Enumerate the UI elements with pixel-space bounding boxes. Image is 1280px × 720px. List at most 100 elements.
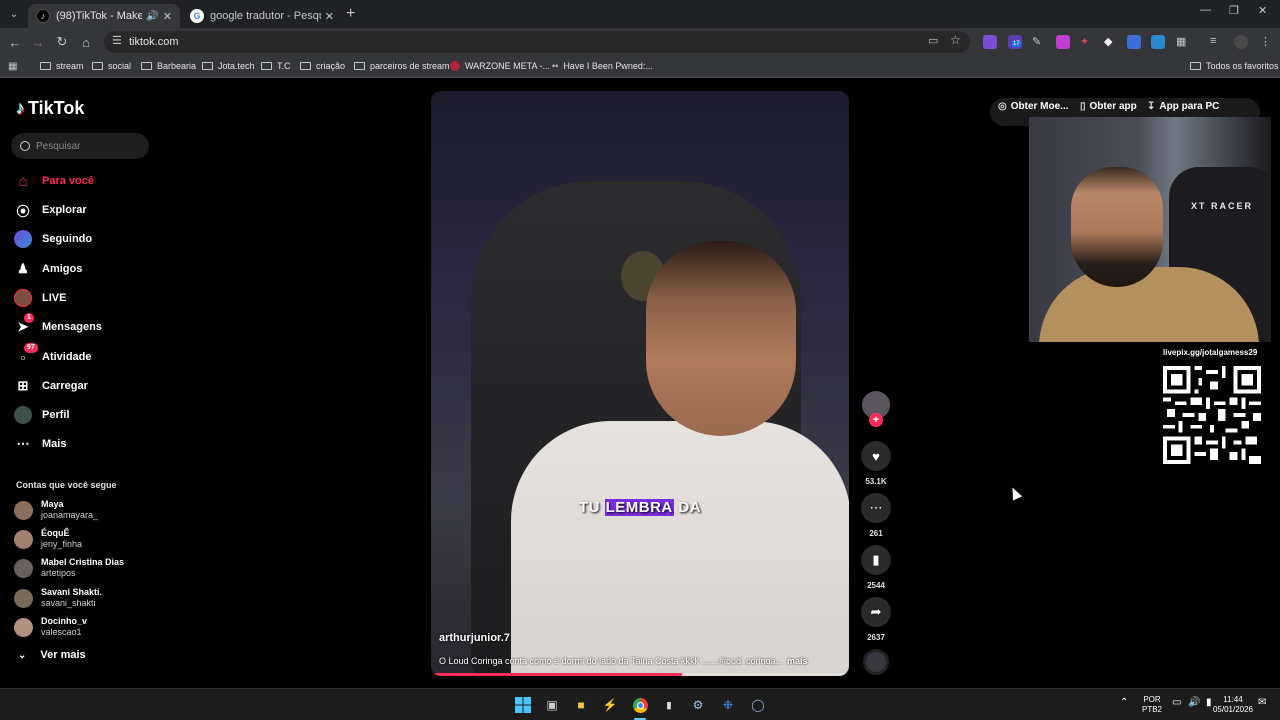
share-icon[interactable]: ➦ (861, 597, 891, 627)
address-bar[interactable]: ☰ tiktok.com ▭ ☆ (104, 31, 970, 53)
restore-icon[interactable]: ❐ (1229, 4, 1239, 17)
site-info-icon[interactable]: ☰ (112, 34, 122, 47)
following-account[interactable]: Savani Shakti. savani_shakti (14, 587, 102, 609)
video-author[interactable]: arthurjunior.7 (439, 632, 510, 644)
clock-date: 05/01/2026 (1212, 705, 1254, 714)
tab-search-icon[interactable]: ⌄ (4, 4, 24, 24)
logo-text: TikTok (28, 98, 85, 118)
extension-icon[interactable]: 17 (1008, 35, 1022, 49)
bookmark-folder[interactable]: criação (300, 61, 345, 71)
puzzle-icon[interactable]: ▦ (1176, 35, 1190, 49)
search-taskbar-icon[interactable]: ◯ (749, 696, 767, 714)
network-icon[interactable]: ▭ (1172, 698, 1181, 708)
task-view-icon[interactable]: ▣ (543, 696, 561, 714)
translate-extension-icon[interactable] (1127, 35, 1141, 49)
back-icon[interactable]: ← (6, 33, 24, 51)
steam-icon[interactable]: ⚙ (689, 696, 707, 714)
tab-tiktok[interactable]: ♪ (98)TikTok - Make Your Day 🔊 ✕ (28, 4, 180, 28)
following-account[interactable]: Docinho_v valescao1 (14, 616, 87, 638)
battlenet-icon[interactable]: ❉ (719, 696, 737, 714)
new-tab-plus-icon[interactable]: + (346, 5, 355, 23)
clock[interactable]: 11:44 05/01/2026 (1208, 695, 1258, 715)
tab-google[interactable]: G google tradutor - Pesquisa Google ✕ (182, 4, 342, 28)
search-input[interactable]: Pesquisar (11, 133, 149, 159)
epic-games-icon[interactable]: ▮ (660, 696, 678, 714)
app-icon[interactable]: ⚡ (601, 696, 619, 714)
bookmark-folder[interactable]: parceiros de stream (354, 61, 450, 71)
bookmark-star-icon[interactable]: ☆ (950, 33, 961, 47)
home-icon[interactable]: ⌂ (77, 33, 95, 51)
notification-bell-icon[interactable]: ✉ (1258, 698, 1266, 708)
nav-carregar[interactable]: ⊞ Carregar (14, 376, 88, 396)
apps-grid-icon[interactable]: ▦ (8, 61, 17, 72)
forward-icon[interactable]: → (29, 33, 47, 51)
bookmark-folder[interactable]: Jota.tech (202, 61, 255, 71)
nav-amigos[interactable]: ♟ Amigos (14, 259, 82, 279)
nav-live[interactable]: LIVE (14, 288, 66, 308)
bookmark-folder[interactable]: stream (40, 61, 84, 71)
diamond-extension-icon[interactable]: ◆ (1104, 35, 1118, 49)
all-bookmarks[interactable]: Todos os favoritos (1190, 61, 1279, 71)
nav-atividade[interactable]: ▫ 97 Atividade (14, 343, 92, 367)
minimize-icon[interactable]: — (1200, 4, 1211, 16)
nav-label: Para você (42, 175, 94, 187)
bookmark-folder[interactable]: Barbearia (141, 61, 196, 71)
webcam-overlay: XT RACER (1029, 117, 1271, 342)
eyedropper-icon[interactable]: ✎ (1032, 35, 1046, 49)
nav-mais[interactable]: ⋯ Mais (14, 434, 67, 454)
account-name: ÉoquÊ (41, 528, 70, 538)
reading-list-icon[interactable]: ≡ (1210, 35, 1224, 49)
file-explorer-icon[interactable]: ■ (572, 696, 590, 714)
bookmark-icon[interactable]: ▮ (861, 545, 891, 575)
folder-icon (300, 62, 311, 70)
close-window-icon[interactable]: ✕ (1258, 4, 1267, 17)
avatar (14, 230, 32, 248)
following-account[interactable]: ÉoquÊ jeny_finha (14, 528, 82, 550)
nav-mensagens[interactable]: ➤ 1 Mensagens (14, 313, 102, 337)
bookmark-link[interactable]: WARZONE META -... (450, 61, 550, 71)
home-icon: ⌂ (18, 172, 28, 190)
chrome-menu-icon[interactable]: ⋮ (1260, 35, 1274, 49)
tray-chevron-icon[interactable]: ⌃ (1120, 698, 1128, 708)
pc-app-button[interactable]: ↧ App para PC (1147, 101, 1219, 112)
follow-plus-icon[interactable]: + (869, 413, 883, 427)
nav-seguindo[interactable]: Seguindo (14, 229, 92, 249)
install-app-icon[interactable]: ▭ (928, 34, 938, 47)
see-more-button[interactable]: ⌄ Ver mais (18, 649, 86, 661)
get-coins-button[interactable]: ◎ Obter Moe... (998, 101, 1069, 112)
folder-icon (141, 62, 152, 70)
nav-explorar[interactable]: ⦿ Explorar (14, 200, 86, 220)
extension-icon[interactable] (1151, 35, 1165, 49)
profile-avatar[interactable] (1234, 35, 1248, 49)
speaker-icon[interactable]: 🔊 (146, 11, 158, 22)
bookmark-folder[interactable]: T.C (261, 61, 291, 71)
like-heart-icon[interactable]: ♥ (861, 441, 891, 471)
tiktok-logo[interactable]: ♪ TikTok (16, 98, 84, 119)
pin-extension-icon[interactable]: ✦ (1080, 35, 1094, 49)
music-disc-icon[interactable] (863, 649, 889, 675)
following-account[interactable]: Mabel Cristina Dias artetipos (14, 557, 124, 579)
video-scene-person-head (646, 241, 796, 436)
volume-icon[interactable]: 🔊 (1188, 698, 1200, 708)
language-indicator[interactable]: POR PTB2 (1142, 695, 1162, 715)
nav-para-voce[interactable]: ⌂ Para você (14, 171, 94, 191)
close-tab-icon[interactable]: ✕ (325, 10, 334, 23)
video-progress-bar[interactable] (431, 673, 849, 676)
reload-icon[interactable]: ↻ (53, 33, 71, 51)
phone-icon: ▯ (1080, 101, 1086, 112)
close-tab-icon[interactable]: ✕ (163, 10, 172, 23)
extension-icon[interactable] (1056, 35, 1070, 49)
extension-icon[interactable] (983, 35, 997, 49)
folder-icon (1190, 62, 1201, 70)
windows-start-icon[interactable] (514, 696, 532, 714)
messages-icon: ➤ 1 (14, 313, 34, 336)
nav-perfil[interactable]: Perfil (14, 405, 70, 425)
video-player[interactable]: TU LEMBRA DA arthurjunior.7 O Loud Corin… (431, 91, 849, 676)
more-link[interactable]: mais (787, 656, 808, 666)
get-app-button[interactable]: ▯ Obter app (1080, 101, 1137, 112)
following-account[interactable]: Maya joanamayara_ (14, 499, 98, 521)
chrome-icon[interactable] (631, 696, 649, 714)
bookmark-link[interactable]: •• Have I Been Pwned:... (552, 61, 653, 71)
comment-icon[interactable]: ⋯ (861, 493, 891, 523)
bookmark-folder[interactable]: social (92, 61, 131, 71)
